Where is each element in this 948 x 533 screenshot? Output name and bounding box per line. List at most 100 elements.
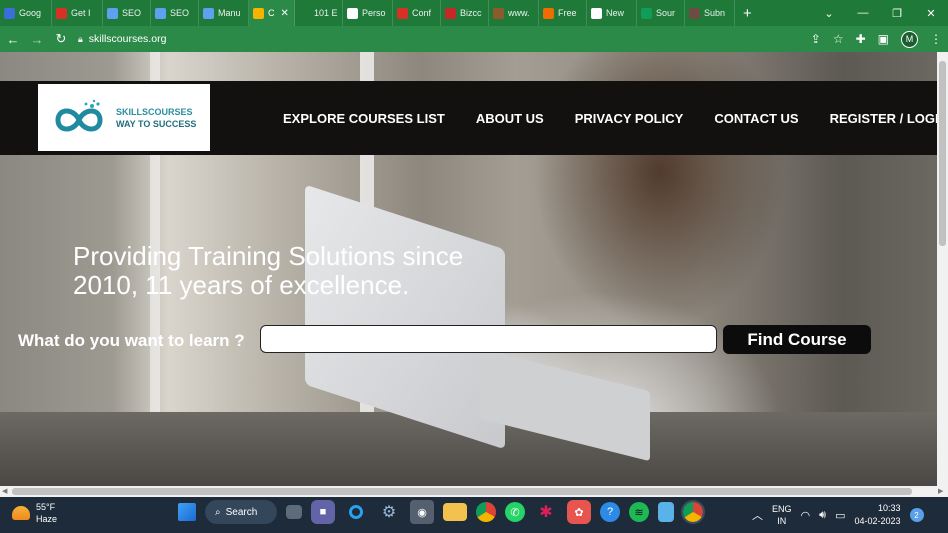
tab-favicon-icon (347, 7, 358, 19)
menu-kebab-icon[interactable]: ⋮ (930, 32, 942, 46)
scroll-left-icon[interactable]: ◀ (2, 487, 7, 495)
tab-search-icon[interactable]: ⌄ (812, 7, 846, 20)
notepad-icon[interactable] (658, 502, 674, 522)
system-tray: ︿ ENG IN ◠ 🔊︎ ▭ 10:33 04-02-2023 2 (752, 497, 924, 533)
chrome-icon[interactable] (476, 502, 496, 522)
settings-gear-icon[interactable]: ⚙ (377, 500, 401, 524)
battery-icon[interactable]: ▭ (835, 509, 845, 522)
tab-label: www. (508, 8, 530, 18)
tab-favicon-icon (689, 7, 700, 19)
bookmark-star-icon[interactable]: ☆ (833, 32, 844, 46)
spotify-icon[interactable]: ≋ (629, 502, 649, 522)
back-icon[interactable]: ← (6, 32, 20, 47)
search-label: What do you want to learn ? (18, 331, 245, 350)
nav-explore-courses[interactable]: EXPLORE COURSES LIST (283, 111, 445, 126)
clock-time: 10:33 (877, 503, 901, 513)
wifi-icon[interactable]: ◠ (801, 509, 811, 522)
share-icon[interactable]: ⇪ (811, 32, 821, 46)
course-search: What do you want to learn ? Find Course (18, 325, 898, 355)
browser-toolbar: ← → ↻ 🔒︎ skillscourses.org ⇪ ☆ ✚ ▣ M ⋮ (0, 26, 948, 52)
browser-tab[interactable]: SEO (151, 0, 199, 26)
windows-taskbar: 55°F Haze ⌕ Search ■ ⚙ ◉ ✆ ✱ ✿ ? ≋ ︿ ENG… (0, 497, 948, 533)
camera-icon[interactable]: ◉ (410, 500, 434, 524)
volume-icon[interactable]: 🔊︎ (819, 509, 826, 522)
file-explorer-icon[interactable] (443, 503, 467, 521)
reload-icon[interactable]: ↻ (54, 31, 68, 47)
window-controls: ⌄ — ❐ ✕ (812, 0, 948, 26)
taskbar-search[interactable]: ⌕ Search (205, 500, 277, 524)
site-logo[interactable]: SKILLSCOURSES WAY TO SUCCESS (38, 84, 210, 151)
browser-tab[interactable]: C ✕ (249, 0, 295, 26)
lang-line1: ENG (772, 504, 792, 514)
tab-favicon-icon (107, 7, 118, 19)
side-panel-icon[interactable]: ▣ (878, 32, 889, 46)
browser-tab[interactable]: Get I (52, 0, 103, 26)
tab-label: Sour (656, 8, 676, 18)
tab-favicon-icon (641, 7, 652, 19)
tab-label: SEO (170, 8, 190, 18)
browser-tab[interactable]: 101 E (295, 0, 343, 26)
vertical-scroll-thumb[interactable] (939, 61, 946, 246)
logo-name: SKILLSCOURSES (116, 106, 193, 117)
profile-avatar[interactable]: M (901, 30, 918, 48)
tab-label: C (268, 8, 275, 18)
browser-tab[interactable]: SEO (103, 0, 151, 26)
hero-section: SKILLSCOURSES WAY TO SUCCESS EXPLORE COU… (0, 52, 937, 486)
browser-tab-strip: Goog Get I SEO SEO Manu C ✕ 101 E Perso Conf Bizcc… (0, 0, 948, 26)
browser-tab[interactable]: Manu (199, 0, 249, 26)
windows-start-icon[interactable] (178, 503, 196, 521)
lock-icon: 🔒︎ (78, 33, 83, 44)
logo-tagline: WAY TO SUCCESS (116, 118, 197, 129)
forward-icon[interactable]: → (30, 32, 44, 47)
nav-about-us[interactable]: ABOUT US (476, 111, 544, 126)
whatsapp-icon[interactable]: ✆ (505, 502, 525, 522)
tab-favicon-icon (203, 7, 214, 19)
browser-tab[interactable]: Bizcc (441, 0, 489, 26)
find-course-button[interactable]: Find Course (723, 325, 871, 354)
chevron-up-icon[interactable]: ︿ (752, 507, 763, 523)
cortana-icon[interactable] (344, 500, 368, 524)
address-bar[interactable]: 🔒︎ skillscourses.org (78, 33, 166, 45)
help-icon[interactable]: ? (600, 502, 620, 522)
browser-tab[interactable]: Sour (637, 0, 685, 26)
vertical-scrollbar[interactable] (937, 52, 948, 486)
horizontal-scrollbar[interactable]: ◀ ▶ (0, 486, 948, 497)
teams-chat-icon[interactable]: ■ (311, 500, 335, 524)
tab-favicon-icon (445, 7, 456, 19)
browser-tab[interactable]: Subn (685, 0, 735, 26)
tab-close-icon[interactable]: ✕ (281, 8, 289, 19)
weather-widget[interactable]: 55°F Haze (12, 501, 57, 525)
browser-tab[interactable]: New (587, 0, 637, 26)
scroll-right-icon[interactable]: ▶ (938, 487, 943, 495)
course-search-input[interactable] (260, 325, 717, 353)
browser-tab[interactable]: www. (489, 0, 539, 26)
browser-tab[interactable]: Conf (393, 0, 441, 26)
weather-condition: Haze (36, 514, 58, 524)
minimize-icon[interactable]: — (846, 7, 880, 19)
nav-register-login[interactable]: REGISTER / LOGIN (830, 111, 937, 126)
new-tab-icon[interactable]: + (735, 5, 760, 22)
browser-tab[interactable]: Free (539, 0, 587, 26)
nav-privacy-policy[interactable]: PRIVACY POLICY (575, 111, 684, 126)
horizontal-scroll-thumb[interactable] (12, 488, 912, 495)
chrome-profile-icon[interactable] (681, 500, 705, 524)
browser-tab[interactable]: Perso (343, 0, 393, 26)
infinity-logo-icon (55, 99, 103, 131)
clock[interactable]: 10:33 04-02-2023 (854, 502, 900, 528)
extensions-icon[interactable]: ✚ (856, 32, 866, 46)
weather-temp: 55°F (36, 502, 56, 512)
app-icon[interactable]: ✿ (567, 500, 591, 524)
tab-favicon-icon (397, 7, 408, 19)
slack-icon[interactable]: ✱ (534, 500, 558, 524)
tab-favicon-icon (493, 7, 504, 19)
tab-label: Manu (218, 8, 241, 18)
main-nav: EXPLORE COURSES LIST ABOUT US PRIVACY PO… (283, 81, 937, 155)
restore-icon[interactable]: ❐ (880, 7, 914, 20)
close-window-icon[interactable]: ✕ (914, 7, 948, 20)
tab-favicon-icon (155, 7, 166, 19)
nav-contact-us[interactable]: CONTACT US (714, 111, 798, 126)
notification-badge[interactable]: 2 (909, 508, 924, 522)
task-view-icon[interactable] (286, 505, 302, 519)
language-indicator[interactable]: ENG IN (772, 503, 792, 527)
browser-tab[interactable]: Goog (0, 0, 52, 26)
